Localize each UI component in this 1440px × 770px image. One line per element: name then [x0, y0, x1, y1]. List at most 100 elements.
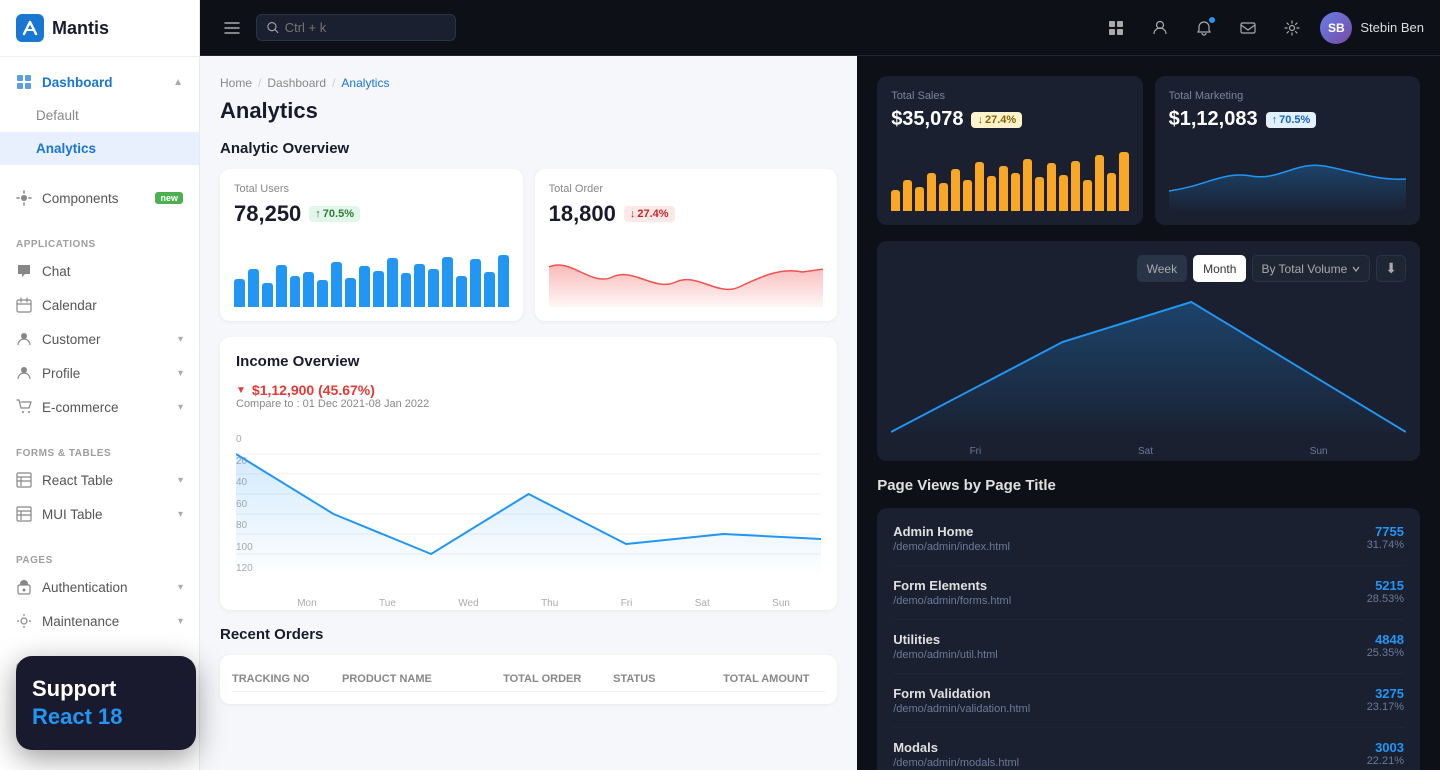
support-line2: React 18 [32, 704, 180, 730]
ecommerce-chevron: ▾ [178, 402, 183, 413]
pv-title-1: Form Elements [893, 578, 1011, 593]
sidebar-item-dashboard[interactable]: Dashboard ▲ [0, 65, 199, 99]
react-table-label: React Table [42, 473, 113, 488]
bar-7 [317, 280, 328, 307]
topnav-left [216, 12, 456, 44]
sales-badge: ↓ 27.4% [971, 112, 1022, 128]
orders-area-chart [549, 237, 824, 307]
user-name-label: Stebin Ben [1360, 20, 1424, 35]
month-button[interactable]: Month [1193, 255, 1246, 282]
dark-stat-cards: Total Sales $35,078 ↓ 27.4% [877, 76, 1420, 225]
col-tracking: TRACKING NO [232, 673, 334, 685]
bar-19 [484, 272, 495, 307]
users-badge: ↑ 70.5% [309, 206, 360, 222]
breadcrumb-dashboard[interactable]: Dashboard [267, 76, 326, 90]
pv-url-1: /demo/admin/forms.html [893, 595, 1011, 607]
sidebar-item-chat[interactable]: Chat [0, 254, 199, 288]
pv-count-1: 5215 [1367, 578, 1404, 593]
hamburger-button[interactable] [216, 12, 248, 44]
pv-title-4: Modals [893, 740, 1019, 755]
dark-stat-card-marketing: Total Marketing $1,12,083 ↑ 70.5% [1155, 76, 1420, 225]
marketing-label: Total Marketing [1169, 90, 1406, 102]
pv-pct-4: 22.21% [1367, 755, 1404, 767]
sidebar-item-react-table[interactable]: React Table ▾ [0, 463, 199, 497]
notification-badge [1208, 16, 1216, 24]
sidebar-logo[interactable]: Mantis [0, 0, 199, 57]
stat-card-orders: Total Order 18,800 ↓ 27.4% [535, 169, 838, 321]
sidebar: Mantis Dashboard ▲ Default Analytics Com… [0, 0, 200, 770]
pv-pct-0: 31.74% [1367, 539, 1404, 551]
mail-button[interactable] [1232, 12, 1264, 44]
profile-button[interactable] [1144, 12, 1176, 44]
sidebar-item-profile[interactable]: Profile ▾ [0, 356, 199, 390]
sidebar-item-analytics[interactable]: Analytics [0, 132, 199, 165]
pv-item-2: Utilities /demo/admin/util.html 4848 25.… [893, 620, 1404, 674]
main-area: Home / Dashboard / Analytics Analytics A… [200, 56, 1440, 770]
pv-title-2: Utilities [893, 632, 998, 647]
components-badge: new [155, 192, 183, 204]
marketing-area-chart [1169, 141, 1406, 211]
income-overview-card: Income Overview $1,12,900 (45.67%) Compa… [220, 337, 837, 610]
x-axis-labels: Mon Tue Wed Thu Fri Sat Sun [236, 598, 821, 609]
settings-button[interactable] [1276, 12, 1308, 44]
sidebar-dashboard-label: Dashboard [42, 75, 113, 90]
sidebar-item-ecommerce[interactable]: E-commerce ▾ [0, 390, 199, 424]
sidebar-logo-text: Mantis [52, 18, 109, 39]
week-button[interactable]: Week [1137, 255, 1187, 282]
pv-url-2: /demo/admin/util.html [893, 649, 998, 661]
bar-17 [456, 276, 467, 308]
pv-count-3: 3275 [1367, 686, 1404, 701]
sidebar-item-authentication[interactable]: Authentication ▾ [0, 570, 199, 604]
mui-table-icon [16, 506, 32, 522]
support-popup[interactable]: Support React 18 [16, 656, 196, 750]
sidebar-dashboard-section: Dashboard ▲ Default Analytics [0, 57, 199, 173]
bar-20 [498, 255, 509, 308]
pv-url-3: /demo/admin/validation.html [893, 703, 1030, 715]
breadcrumb-analytics: Analytics [341, 76, 389, 90]
col-status: STATUS [613, 673, 715, 685]
income-svg-chart [236, 434, 821, 574]
sidebar-item-mui-table[interactable]: MUI Table ▾ [0, 497, 199, 531]
search-box[interactable] [256, 14, 456, 41]
sidebar-item-customer[interactable]: Customer ▾ [0, 322, 199, 356]
volume-label: By Total Volume [1261, 262, 1347, 276]
income-line-chart: 120 100 80 60 40 20 0 [236, 434, 821, 594]
download-button[interactable]: ⬇ [1376, 255, 1406, 282]
components-icon [16, 190, 32, 206]
pv-count-2: 4848 [1367, 632, 1404, 647]
volume-dropdown[interactable]: By Total Volume [1252, 255, 1370, 282]
react-table-chevron: ▾ [178, 475, 183, 486]
bar-8 [331, 262, 342, 308]
sidebar-item-calendar[interactable]: Calendar [0, 288, 199, 322]
calendar-label: Calendar [42, 298, 97, 313]
bar-18 [470, 259, 481, 307]
marketing-badge: ↑ 70.5% [1266, 112, 1317, 128]
mui-table-label: MUI Table [42, 507, 103, 522]
sidebar-item-default[interactable]: Default [0, 99, 199, 132]
pv-item-0: Admin Home /demo/admin/index.html 7755 3… [893, 512, 1404, 566]
search-input[interactable] [285, 20, 445, 35]
breadcrumb-home[interactable]: Home [220, 76, 252, 90]
maintenance-chevron: ▾ [178, 616, 183, 627]
sidebar-item-maintenance[interactable]: Maintenance ▾ [0, 604, 199, 638]
notification-button[interactable] [1188, 12, 1220, 44]
breadcrumb-sep2: / [332, 76, 335, 90]
mantis-logo-icon [16, 14, 44, 42]
bar-10 [359, 266, 370, 307]
dashboard-icon [16, 74, 32, 90]
pv-count-4: 3003 [1367, 740, 1404, 755]
sidebar-pages-section: Pages Authentication ▾ Maintenance ▾ [0, 539, 199, 646]
users-bar-chart [234, 237, 509, 307]
calendar-icon [16, 297, 32, 313]
sidebar-item-components[interactable]: Components new [0, 181, 199, 215]
pages-label: Pages [0, 547, 199, 570]
profile-chevron: ▾ [178, 368, 183, 379]
topnav-right: SB Stebin Ben [1100, 12, 1424, 44]
bar-2 [248, 269, 259, 308]
profile-icon [16, 365, 32, 381]
pv-url-4: /demo/admin/modals.html [893, 757, 1019, 769]
user-info[interactable]: SB Stebin Ben [1320, 12, 1424, 44]
col-product: PRODUCT NAME [342, 673, 495, 685]
grid-button[interactable] [1100, 12, 1132, 44]
recent-orders-title: Recent Orders [220, 626, 837, 643]
